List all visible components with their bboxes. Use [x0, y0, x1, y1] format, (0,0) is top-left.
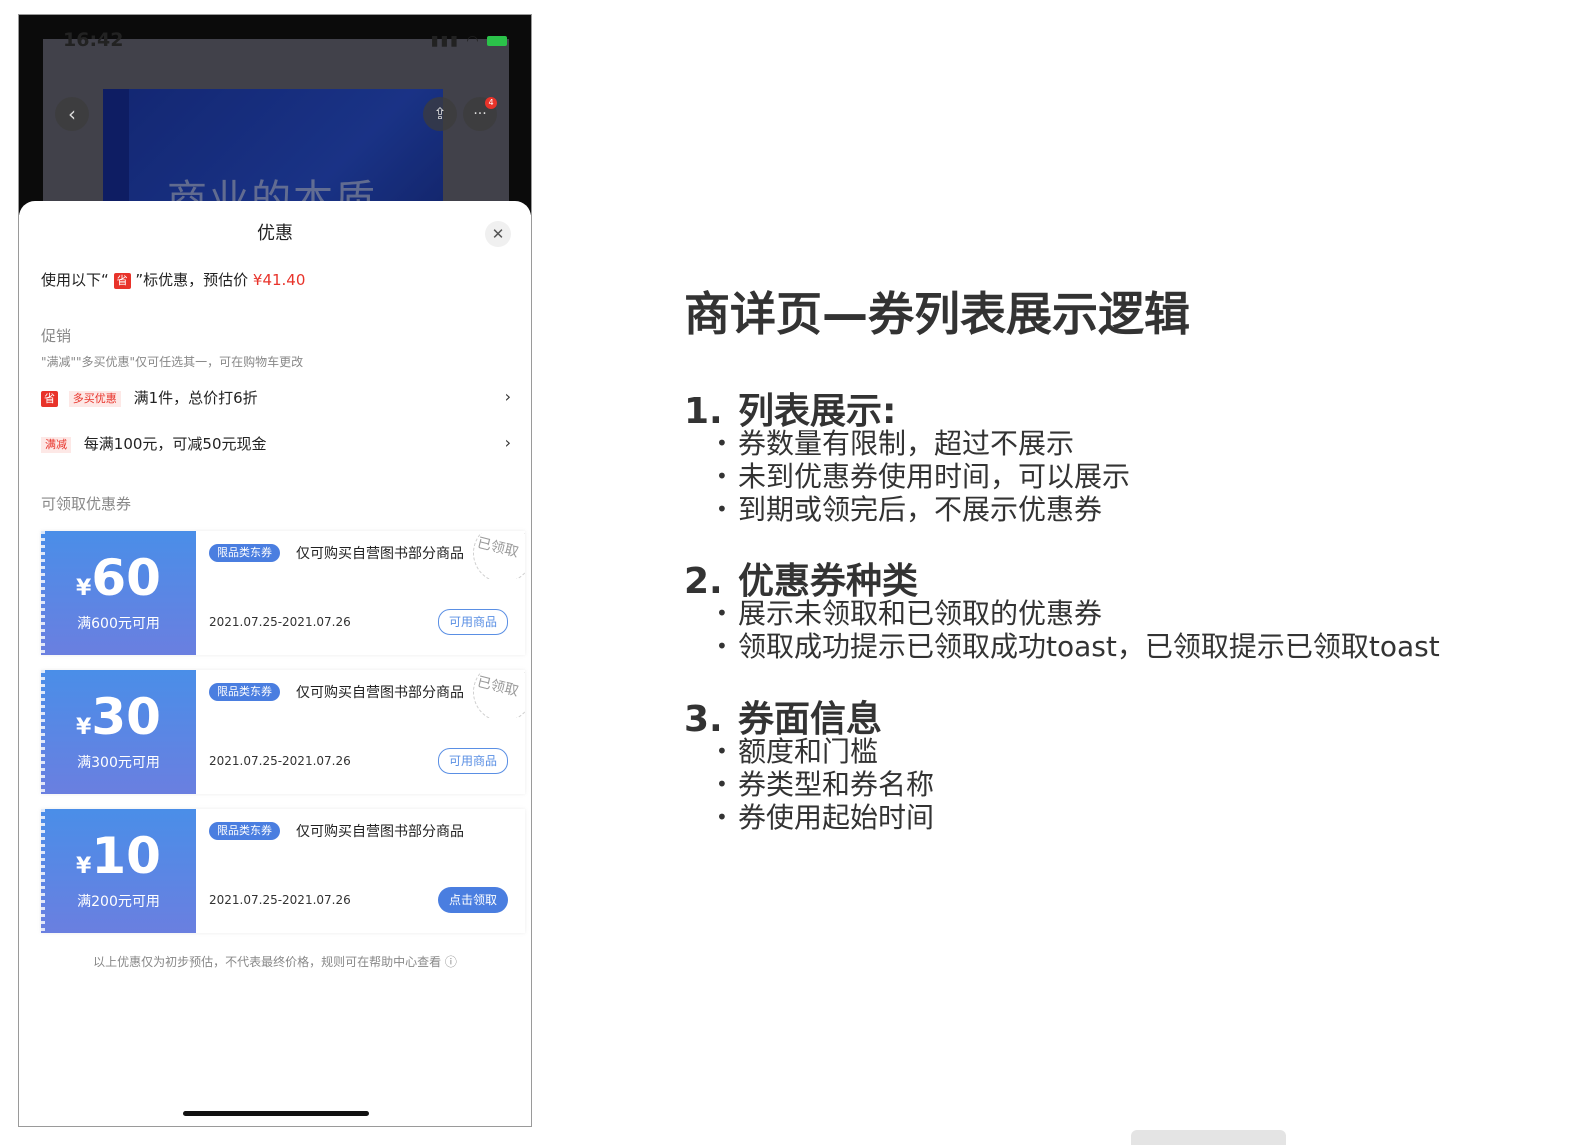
section-number: 1. [684, 391, 723, 432]
signal-icon: ▮▮▮ [430, 33, 460, 49]
bullet-list-1: 券数量有限制，超过不展示 未到优惠券使用时间，可以展示 到期或领完后，不展示优惠… [716, 427, 1130, 526]
coupon-amount: ¥30 [41, 688, 196, 746]
yen-symbol: ¥ [76, 576, 92, 601]
available-items-button[interactable]: 可用商品 [437, 748, 508, 774]
close-icon: ✕ [491, 225, 505, 243]
bullet-list-3: 额度和门槛 券类型和券名称 券使用起始时间 [716, 735, 934, 834]
coupon-value-panel: ¥30 满300元可用 [41, 670, 196, 794]
slide-title: 商详页—券列表展示逻辑 [684, 287, 1190, 341]
section-number: 2. [684, 561, 723, 602]
coupon-type-tag: 限品类东券 [209, 683, 280, 701]
coupon-value-panel: ¥60 满600元可用 [41, 531, 196, 655]
bullet-item: 券类型和券名称 [716, 768, 934, 801]
bottom-scroll-tab[interactable] [1131, 1130, 1286, 1145]
claimed-stamp: 已领取 [465, 533, 525, 579]
footer-note: 以上优惠仅为初步预估，不代表最终价格，规则可在帮助中心查看 ⓘ [19, 953, 531, 970]
section-title: 券面信息 [738, 699, 883, 740]
chevron-left-icon: ‹ [68, 102, 76, 126]
summary-pre: 使用以下“ [41, 271, 109, 289]
summary-post: ”标优惠，预估价 [135, 271, 249, 289]
claim-coupon-button[interactable]: 点击领取 [437, 887, 508, 913]
yen-symbol: ¥ [76, 715, 92, 740]
coupon-date: 2021.07.25-2021.07.26 [209, 893, 351, 907]
coupon-card: ¥10 满200元可用 限品类东券 仅可购买自营图书部分商品 2021.07.2… [41, 809, 525, 933]
bullet-list-2: 展示未领取和已领取的优惠券 领取成功提示已领取成功toast，已领取提示已领取t… [716, 597, 1440, 663]
product-header: 商业的本质 16:42 ▮▮▮ ◠ ‹ ⇪ ··· 4 [19, 15, 531, 215]
available-items-button[interactable]: 可用商品 [437, 609, 508, 635]
promo-text: 满1件，总价打6折 [133, 389, 258, 407]
sheet-title: 优惠 [257, 223, 293, 244]
phone-screenshot: 商业的本质 16:42 ▮▮▮ ◠ ‹ ⇪ ··· 4 优惠 ✕ 使用以下“ 省… [18, 14, 532, 1127]
close-button[interactable]: ✕ [485, 221, 511, 247]
section-title: 优惠券种类 [738, 561, 919, 602]
coupon-name: 仅可购买自营图书部分商品 [296, 685, 464, 701]
section-title: 列表展示: [738, 391, 897, 432]
coupon-threshold: 满300元可用 [77, 755, 160, 771]
save-tag-icon: 省 [113, 273, 131, 289]
promo-row[interactable]: 满减 每满100元，可减50元现金 › [41, 433, 511, 455]
share-button[interactable]: ⇪ [423, 97, 457, 131]
coupon-card: ¥30 满300元可用 限品类东券 仅可购买自营图书部分商品 2021.07.2… [41, 670, 525, 794]
share-icon: ⇪ [433, 104, 447, 123]
section-number: 3. [684, 699, 723, 740]
bullet-item: 展示未领取和已领取的优惠券 [716, 597, 1440, 630]
info-icon[interactable]: ⓘ [445, 955, 457, 969]
status-icons: ▮▮▮ ◠ [431, 33, 507, 49]
bullet-item: 领取成功提示已领取成功toast，已领取提示已领取toast [716, 630, 1440, 663]
coupon-amount: ¥60 [41, 549, 196, 607]
bullet-item: 额度和门槛 [716, 735, 934, 768]
notification-badge: 4 [485, 97, 497, 109]
bullet-item: 券数量有限制，超过不展示 [716, 427, 1130, 460]
battery-icon [487, 36, 507, 46]
promo-note: "满减""多买优惠"仅可任选其一，可在购物车更改 [41, 355, 304, 369]
discount-sheet: 优惠 ✕ 使用以下“ 省 ”标优惠，预估价 ¥41.40 促销 "满减""多买优… [19, 201, 531, 1126]
bullet-item: 券使用起始时间 [716, 801, 934, 834]
promo-section-title: 促销 [41, 327, 72, 345]
promo-text: 每满100元，可减50元现金 [83, 435, 267, 453]
price-summary: 使用以下“ 省 ”标优惠，预估价 ¥41.40 [41, 269, 305, 290]
coupon-amount-value: 30 [91, 688, 161, 746]
coupon-type-tag: 限品类东券 [209, 822, 280, 840]
coupon-amount-value: 60 [91, 549, 161, 607]
coupon-name: 仅可购买自营图书部分商品 [296, 824, 464, 840]
coupon-value-panel: ¥10 满200元可用 [41, 809, 196, 933]
coupon-card: ¥60 满600元可用 限品类东券 仅可购买自营图书部分商品 2021.07.2… [41, 531, 525, 655]
chevron-right-icon: › [504, 387, 511, 406]
more-icon: ··· [473, 106, 487, 122]
status-time: 16:42 [63, 29, 124, 51]
coupon-date: 2021.07.25-2021.07.26 [209, 615, 351, 629]
home-indicator [183, 1111, 369, 1116]
back-button[interactable]: ‹ [55, 97, 89, 131]
promo-tag: 多买优惠 [68, 391, 121, 407]
coupon-name: 仅可购买自营图书部分商品 [296, 546, 464, 562]
coupons-section-title: 可领取优惠券 [41, 495, 132, 513]
coupon-threshold: 满600元可用 [77, 616, 160, 632]
promo-tag: 满减 [41, 437, 71, 453]
yen-symbol: ¥ [76, 854, 92, 879]
footer-note-text: 以上优惠仅为初步预估，不代表最终价格，规则可在帮助中心查看 [93, 955, 442, 969]
estimated-price: ¥41.40 [252, 271, 306, 289]
claimed-stamp: 已领取 [465, 672, 525, 718]
chevron-right-icon: › [504, 433, 511, 452]
bullet-item: 到期或领完后，不展示优惠券 [716, 493, 1130, 526]
save-tag-icon: 省 [41, 391, 58, 407]
coupon-type-tag: 限品类东券 [209, 544, 280, 562]
coupon-amount: ¥10 [41, 827, 196, 885]
wifi-icon: ◠ [466, 33, 481, 49]
bullet-item: 未到优惠券使用时间，可以展示 [716, 460, 1130, 493]
coupon-amount-value: 10 [91, 827, 161, 885]
coupon-threshold: 满200元可用 [77, 894, 160, 910]
promo-row[interactable]: 省 多买优惠 满1件，总价打6折 › [41, 387, 511, 409]
coupon-date: 2021.07.25-2021.07.26 [209, 754, 351, 768]
